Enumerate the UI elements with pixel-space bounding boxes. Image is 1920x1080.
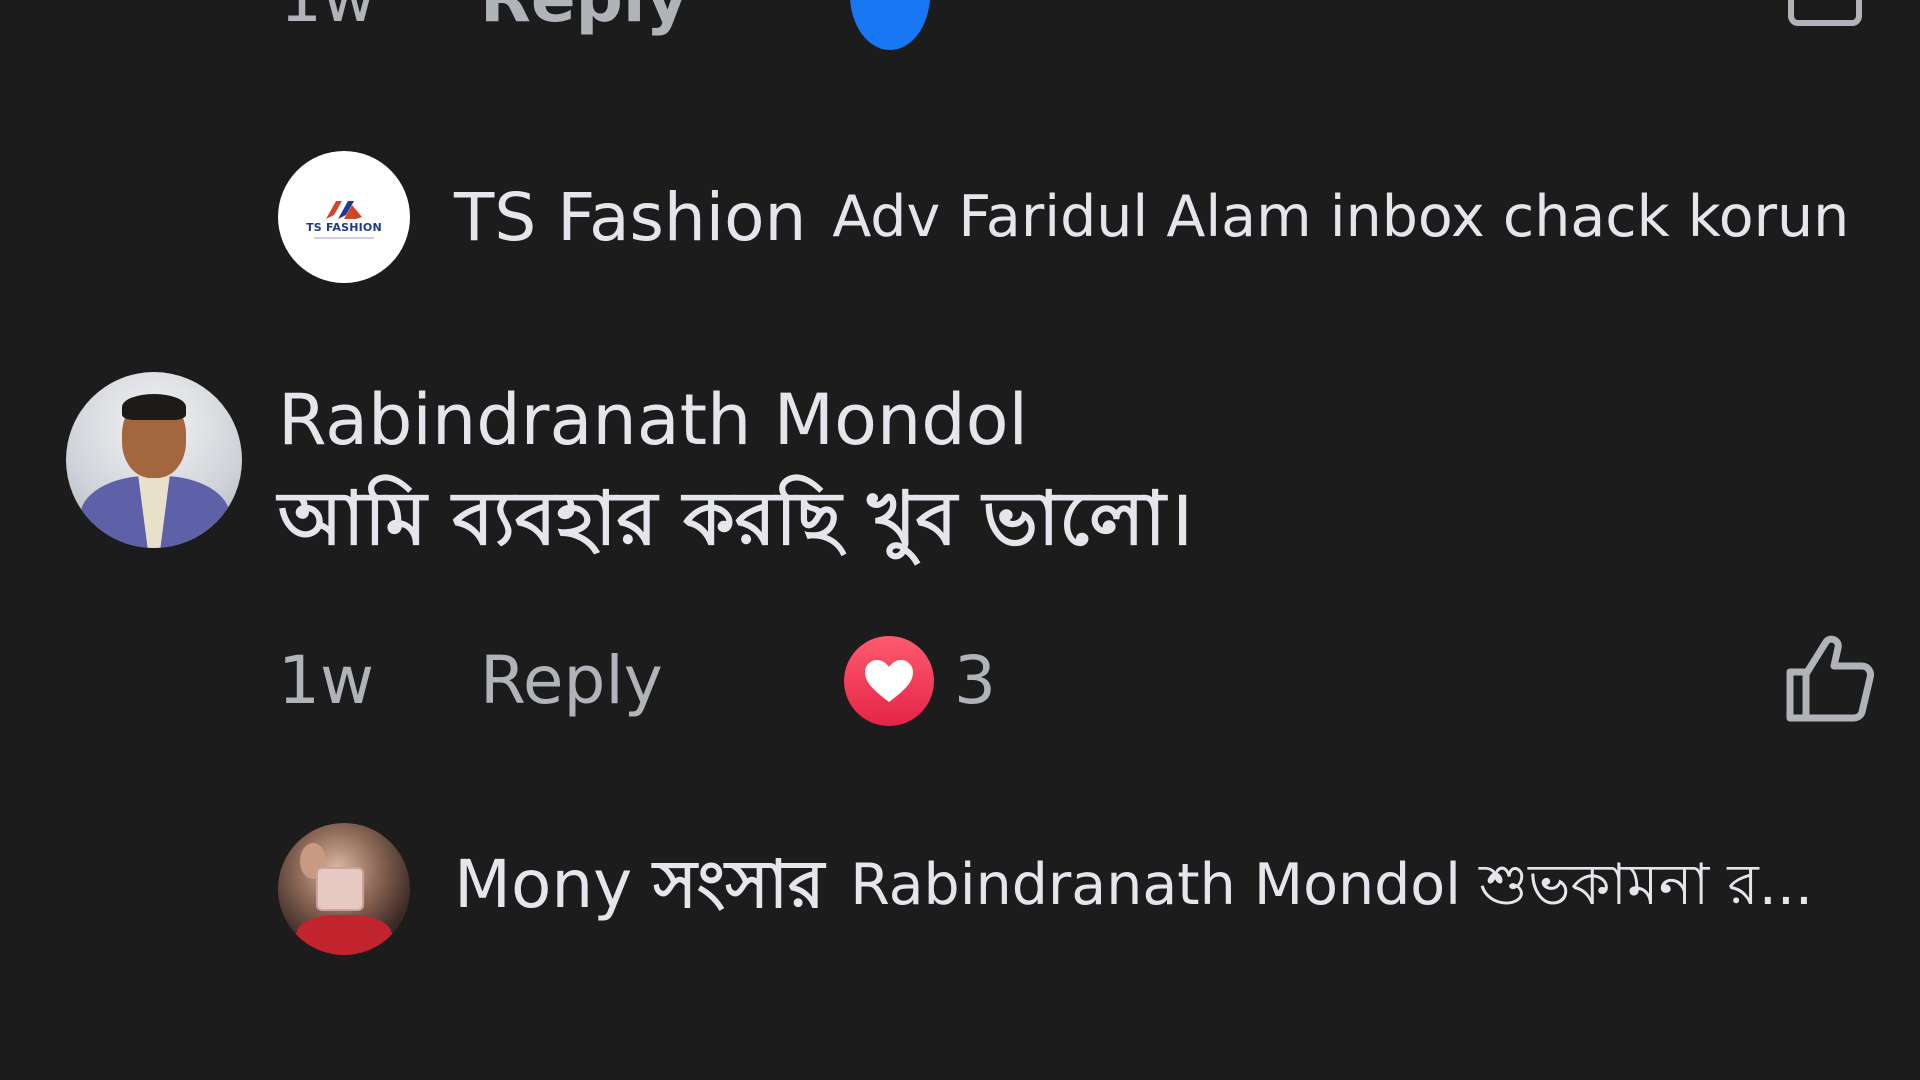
reply-item: Mony সংসার Rabindranath Mondol শুভকামনা … — [278, 822, 1813, 956]
reply-text: Adv Faridul Alam inbox chack korun — [832, 184, 1850, 250]
reply-author[interactable]: Mony সংসার — [454, 834, 824, 944]
like-icon[interactable] — [1788, 0, 1862, 26]
avatar[interactable] — [278, 823, 410, 955]
avatar[interactable] — [66, 372, 242, 548]
comment-actions: 1w Reply 3 — [278, 632, 1878, 742]
previous-comment-actions: 1w Reply — [0, 0, 1920, 50]
reply-button[interactable]: Reply — [480, 0, 688, 37]
reply-item: TS FASHION TS Fashion Adv Faridul Alam i… — [278, 150, 1849, 284]
ts-fashion-logo-icon — [326, 201, 362, 219]
reaction-count[interactable]: 3 — [954, 642, 996, 719]
comments-panel: 1w Reply TS FASHION TS Fashion Adv Farid… — [0, 0, 1920, 1080]
comment-time: 1w — [280, 0, 376, 37]
reaction-badge — [850, 0, 930, 50]
author-name-bangla: সংসার — [653, 846, 825, 923]
author-name-latin: Mony — [454, 846, 633, 923]
avatar-hair — [122, 394, 186, 420]
like-icon[interactable] — [1782, 632, 1878, 728]
avatar-label: TS FASHION — [306, 221, 382, 234]
reply-author[interactable]: TS Fashion — [454, 179, 806, 256]
heart-shape-icon — [865, 660, 913, 702]
reply-button[interactable]: Reply — [480, 642, 663, 719]
comment-time: 1w — [278, 642, 374, 719]
heart-icon[interactable] — [844, 636, 934, 726]
comment-body: Rabindranath Mondol আমি ব্যবহার করছি খুব… — [278, 372, 1192, 574]
comment-author[interactable]: Rabindranath Mondol — [278, 372, 1192, 468]
comment-text: আমি ব্যবহার করছি খুব ভালো। — [278, 476, 1193, 562]
logo-underline — [314, 237, 374, 239]
avatar-shirt — [296, 915, 392, 955]
reply-text: Rabindranath Mondol শুভকামনা র... — [850, 851, 1814, 918]
avatar[interactable]: TS FASHION — [278, 151, 410, 283]
avatar-phone — [316, 867, 364, 911]
